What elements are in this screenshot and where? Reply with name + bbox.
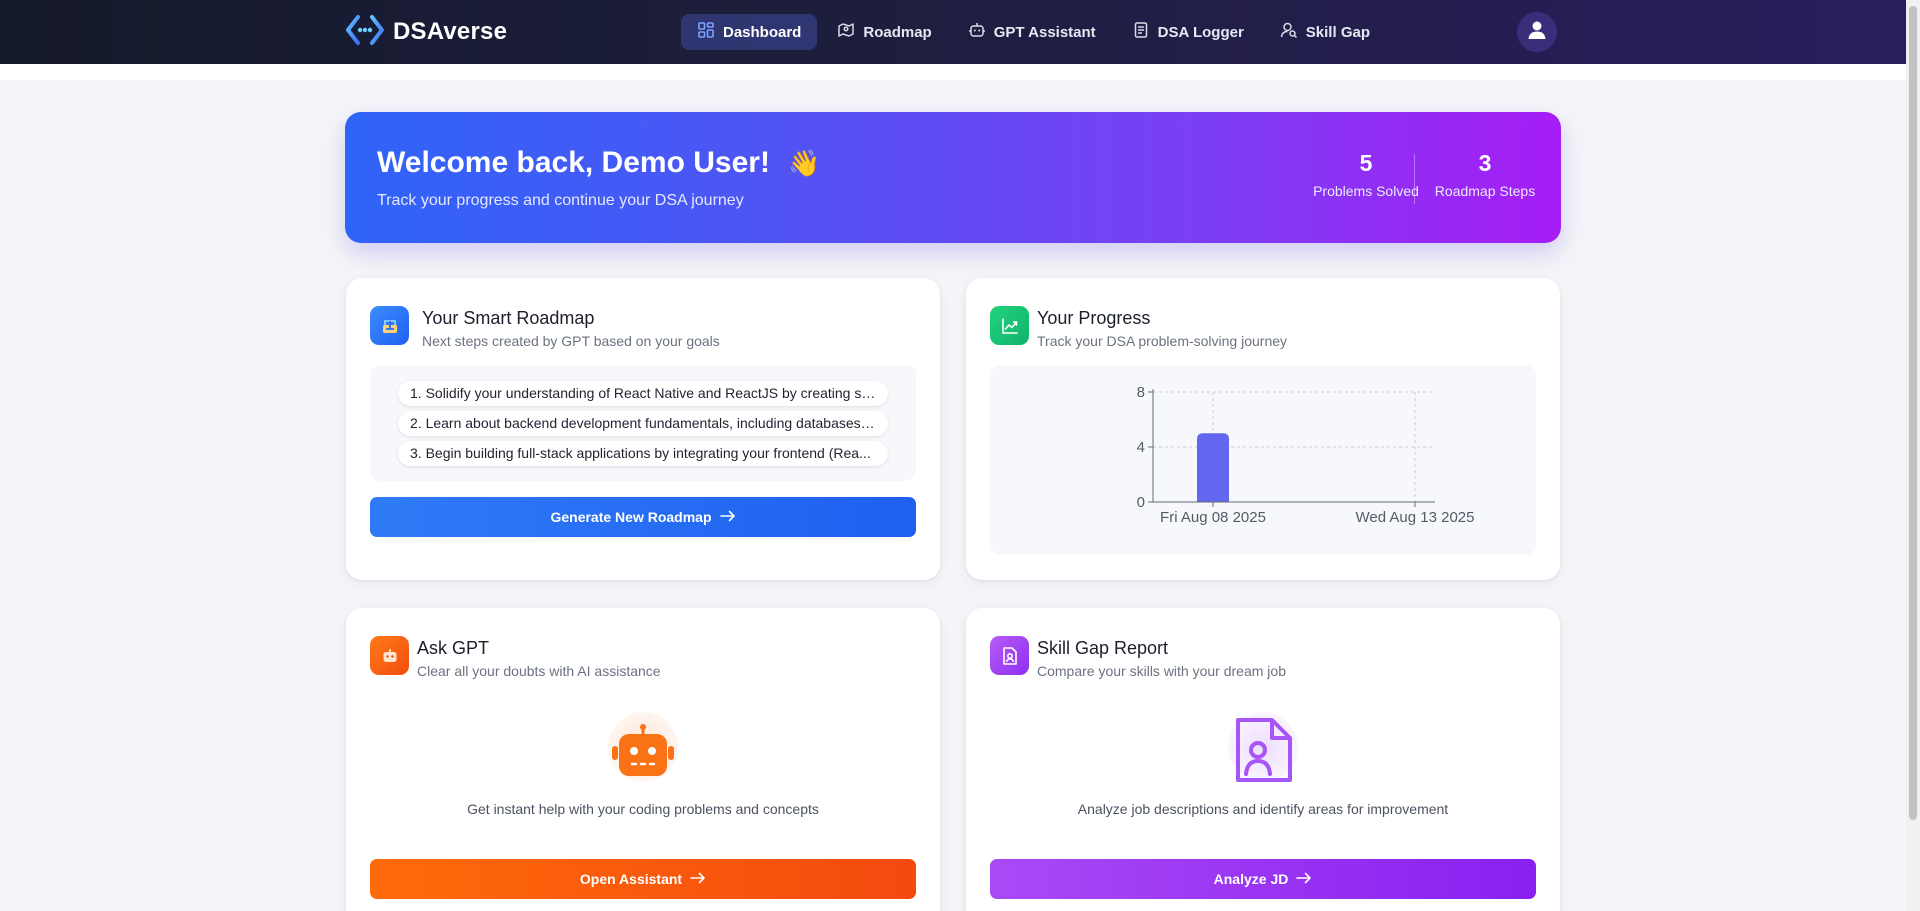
roadmap-step[interactable]: 3. Begin building full-stack application…	[398, 441, 888, 466]
y-tick-label: 0	[1137, 494, 1145, 511]
nav-item-skill-gap[interactable]: Skill Gap	[1264, 14, 1386, 50]
trend-chart-icon	[990, 306, 1029, 345]
user-icon	[1526, 19, 1548, 46]
card-title: Ask GPT	[417, 638, 490, 658]
chart-bar	[1197, 433, 1229, 502]
x-tick-label: Fri Aug 08 2025	[1160, 509, 1266, 526]
stat-problems-solved: 5 Problems Solved	[1296, 150, 1436, 200]
progress-card: Your Progress Track your DSA problem-sol…	[966, 278, 1560, 580]
card-subtitle: Track your DSA problem-solving journey	[1037, 333, 1288, 349]
card-subtitle: Compare your skills with your dream job	[1037, 663, 1286, 679]
welcome-banner: Welcome back, Demo User! 👋 Track your pr…	[345, 112, 1561, 243]
brand[interactable]: DSAverse	[346, 14, 507, 50]
stat-roadmap-steps: 3 Roadmap Steps	[1430, 150, 1540, 200]
button-label: Analyze JD	[1213, 871, 1289, 887]
roadmap-icon	[370, 306, 409, 345]
welcome-title-text: Welcome back, Demo User!	[377, 146, 770, 179]
roadmap-steps-list: 1. Solidify your understanding of React …	[370, 365, 916, 481]
skill-gap-card: Skill Gap Report Compare your skills wit…	[966, 608, 1560, 911]
stat-value: 5	[1359, 150, 1373, 176]
progress-bar-chart: 0 4 8 Fri Aug 08 2025 Wed Aug 13 2025	[1137, 384, 1475, 526]
card-title: Your Progress	[1037, 308, 1151, 328]
card-title: Your Smart Roadmap	[422, 308, 595, 328]
card-description: Get instant help with your coding proble…	[467, 801, 819, 817]
nav-item-dashboard[interactable]: Dashboard	[681, 14, 818, 50]
nav-item-gpt-assistant[interactable]: GPT Assistant	[952, 14, 1112, 50]
robot-icon	[968, 21, 986, 43]
stat-value: 3	[1478, 150, 1492, 176]
card-description: Analyze job descriptions and identify ar…	[1077, 801, 1449, 817]
nav-links: Dashboard Roadmap GPT Assistant DSA Logg…	[681, 14, 1386, 50]
generate-roadmap-button[interactable]: Generate New Roadmap	[370, 497, 916, 537]
user-document-illustration-icon	[1234, 716, 1294, 789]
stat-label: Problems Solved	[1313, 183, 1419, 199]
scrollbar-thumb[interactable]	[1909, 6, 1917, 820]
nav-item-roadmap[interactable]: Roadmap	[821, 14, 947, 50]
y-tick-label: 4	[1137, 439, 1145, 456]
waving-hand-icon: 👋	[788, 148, 821, 178]
analyze-jd-button[interactable]: Analyze JD	[990, 859, 1536, 899]
header-spacer	[0, 64, 1906, 80]
dashboard-icon	[697, 21, 715, 43]
roadmap-step[interactable]: 1. Solidify your understanding of React …	[398, 381, 888, 406]
arrow-right-icon	[690, 871, 706, 887]
ask-gpt-card: Ask GPT Clear all your doubts with AI as…	[346, 608, 940, 911]
stat-label: Roadmap Steps	[1434, 183, 1536, 199]
y-tick-label: 8	[1137, 384, 1145, 401]
nav-item-dsa-logger[interactable]: DSA Logger	[1116, 14, 1260, 50]
button-label: Generate New Roadmap	[550, 509, 712, 525]
robot-icon	[370, 636, 409, 675]
nav-item-label: Roadmap	[863, 23, 932, 41]
nav-item-label: DSA Logger	[1157, 23, 1244, 41]
welcome-title: Welcome back, Demo User! 👋	[377, 146, 821, 180]
user-search-icon	[1280, 21, 1298, 43]
document-icon	[1132, 21, 1150, 43]
x-tick-label: Wed Aug 13 2025	[1356, 509, 1475, 526]
arrow-right-icon	[1296, 871, 1312, 887]
arrow-right-icon	[719, 509, 736, 525]
robot-illustration-icon	[610, 724, 676, 787]
nav-item-label: Dashboard	[723, 23, 802, 41]
card-title: Skill Gap Report	[1037, 638, 1169, 658]
smart-roadmap-card: Your Smart Roadmap Next steps created by…	[346, 278, 940, 580]
page-scrollbar[interactable]	[1906, 0, 1920, 911]
card-subtitle: Clear all your doubts with AI assistance	[417, 663, 661, 679]
nav-item-label: Skill Gap	[1305, 23, 1370, 41]
button-label: Open Assistant	[579, 871, 683, 887]
roadmap-step[interactable]: 2. Learn about backend development funda…	[398, 411, 888, 436]
code-brackets-logo-icon	[346, 13, 384, 52]
open-assistant-button[interactable]: Open Assistant	[370, 859, 916, 899]
top-navbar: DSAverse Dashboard Roadmap GPT Assistant…	[0, 0, 1920, 64]
brand-name: DSAverse	[393, 18, 508, 45]
card-subtitle: Next steps created by GPT based on your …	[422, 333, 720, 349]
welcome-subtitle: Track your progress and continue your DS…	[377, 192, 744, 209]
user-document-icon	[990, 636, 1029, 675]
stat-divider	[1414, 154, 1415, 204]
map-icon	[837, 21, 855, 43]
nav-item-label: GPT Assistant	[993, 23, 1096, 41]
user-avatar-button[interactable]	[1517, 12, 1557, 52]
progress-chart: 0 4 8 Fri Aug 08 2025 Wed Aug 13 2025	[990, 365, 1536, 555]
